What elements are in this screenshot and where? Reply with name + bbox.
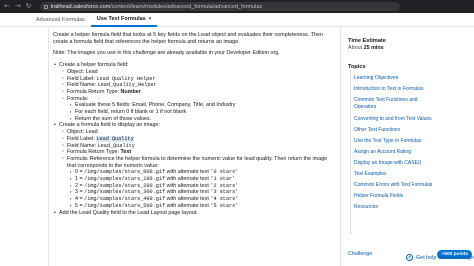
topic-link[interactable]: Learning Objectives: [354, 75, 398, 81]
list-item: Field Name: Lead_Quality_Helper: [61, 82, 328, 89]
list-item: Field Label: Lead Quality Helper: [61, 76, 328, 83]
list-item: Formula Return Type: Number: [61, 89, 328, 96]
list-item: 2 = /img/samples/stars_200.gif with alte…: [69, 183, 328, 190]
lock-icon: [43, 4, 48, 9]
sidebar-divider: [340, 27, 341, 266]
topic-link[interactable]: Converting to and from Text Values: [354, 116, 432, 122]
list-item: Return the sum of those values.: [69, 116, 328, 123]
help-link[interactable]: ? Get help with this badge: [406, 254, 474, 261]
list-item: Evaluate these 5 fields: Email, Phone, C…: [69, 102, 328, 109]
challenge-instructions: Create a helper formula field that looks…: [50, 27, 330, 266]
tab-use-text-formulas[interactable]: Use Text Formulas ▾: [90, 13, 158, 27]
note-text: Note: The images you use in this challen…: [53, 50, 280, 57]
list-item: Object: Lead: [61, 129, 328, 136]
browser-toolbar: ← → ↻ trailhead.salesforce.com/content/l…: [0, 0, 474, 13]
list-item: Field Label: Lead Quality: [61, 135, 328, 143]
list-item: Formula:: [61, 96, 328, 103]
list-item: 4 = /img/samples/stars_400.gif with alte…: [69, 196, 328, 203]
topic-link-continued[interactable]: Operators: [354, 104, 376, 110]
app-window: ← → ↻ trailhead.salesforce.com/content/l…: [0, 0, 474, 266]
list-item: Field Name: Lead_Quality: [61, 143, 328, 150]
list-item: Add the Lead Quality field to the Lead L…: [53, 210, 328, 217]
url-text: trailhead.salesforce.com/content/learn/m…: [50, 3, 263, 10]
list-item: 1 = /img/samples/stars_100.gif with alte…: [69, 176, 328, 183]
list-item: Object: Lead: [61, 69, 328, 76]
list-item: Create a helper formula field:: [53, 62, 328, 69]
help-text: Get help with this badge: [416, 254, 474, 261]
tab-advanced-formulas[interactable]: Advanced Formulas: [30, 13, 91, 27]
breadcrumb-tabs: Advanced Formulas Use Text Formulas ▾: [0, 13, 474, 27]
list-item: Create a formula field to display an ima…: [53, 122, 328, 129]
topics-title: Topics: [348, 64, 366, 70]
reload-icon[interactable]: ↻: [26, 3, 32, 10]
topic-link[interactable]: Other Text Functions: [354, 127, 400, 133]
topic-link[interactable]: Helper Formula Fields: [354, 193, 403, 199]
topic-link[interactable]: Common Text Functions and: [354, 97, 418, 103]
chevron-down-icon: ▾: [148, 15, 152, 22]
list-item: For each field, return 0 if blank or 1 i…: [69, 109, 328, 116]
forward-icon[interactable]: →: [15, 3, 21, 10]
list-item: Formula Return Type: Text: [61, 149, 328, 156]
tab-label: Advanced Formulas: [36, 16, 85, 23]
topic-link[interactable]: Text Examples: [354, 171, 387, 177]
help-icon: ?: [406, 254, 413, 261]
topic-link[interactable]: Common Errors with Text Formulas: [354, 182, 432, 188]
topic-link[interactable]: Introduction to Text in Formulas: [354, 86, 424, 92]
topics-rail: [350, 71, 351, 234]
time-estimate-value: About 25 mins: [348, 45, 384, 51]
list-item: 0 = /img/samples/stars_000.gif with alte…: [69, 169, 328, 176]
content-divider: [48, 27, 49, 266]
list-item: Formula: Reference the helper formula to…: [61, 156, 328, 169]
address-bar[interactable]: trailhead.salesforce.com/content/learn/m…: [39, 2, 400, 11]
topic-link[interactable]: Resources: [354, 204, 378, 210]
topic-link[interactable]: Display an Image with CASE(): [354, 160, 421, 166]
intro-text: Create a helper formula field that looks…: [53, 32, 323, 45]
challenge-label: Challenge: [348, 251, 373, 257]
tab-label: Use Text Formulas: [96, 15, 146, 22]
browser-nav: ← → ↻: [4, 3, 32, 10]
unit-sidebar: Time Estimate About 25 mins Topics Learn…: [340, 27, 474, 266]
topic-link[interactable]: Assign an Account Rating: [354, 149, 411, 155]
topic-link[interactable]: Use the Text Type in Formulas: [354, 138, 421, 144]
list-item: 5 = /img/samples/stars_500.gif with alte…: [69, 203, 328, 210]
instruction-list: Create a helper formula field: Object: L…: [53, 62, 328, 216]
time-estimate-title: Time Estimate: [348, 38, 386, 44]
list-item: 3 = /img/samples/stars_300.gif with alte…: [69, 189, 328, 196]
back-icon[interactable]: ←: [4, 3, 10, 10]
